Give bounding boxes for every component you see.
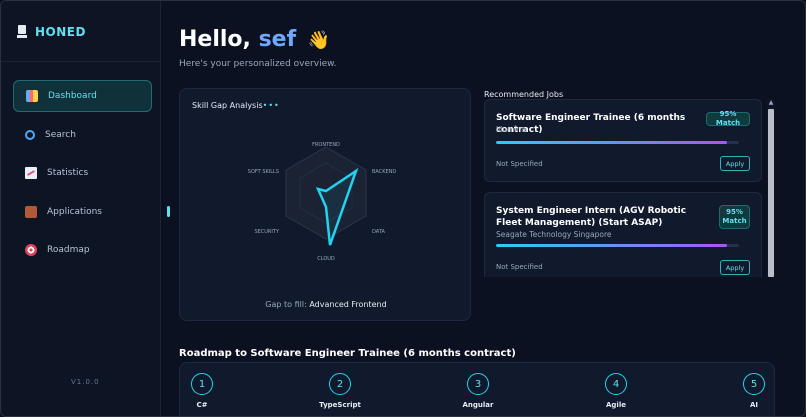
page-subtitle: Here's your personalized overview.	[179, 59, 337, 69]
match-progress-fill	[496, 244, 727, 247]
scroll-up-icon[interactable]: ▲	[768, 99, 774, 107]
skill-gap-card: Skill Gap Analysis••• FRONTEND BACKEND D…	[179, 88, 471, 321]
sidebar-collapse-handle[interactable]	[167, 206, 170, 217]
job-location: Not Specified	[496, 160, 543, 168]
job-company: Seagate Technology Singapore	[496, 230, 612, 239]
gap-value: Advanced Frontend	[309, 300, 387, 309]
sidebar-item-dashboard[interactable]: Dashboard	[13, 80, 152, 112]
step-label: Agile	[606, 401, 626, 409]
roadmap-card: 1 C# 2 TypeScript 3 Angular 4 Agile 5 AI	[179, 362, 775, 416]
skill-gap-summary: Gap to fill: Advanced Frontend	[180, 300, 472, 309]
step-number: 4	[605, 373, 627, 395]
job-company: Illumina	[496, 125, 526, 134]
brand-name: HONED	[35, 25, 86, 39]
loading-dots-icon: •••	[262, 101, 280, 110]
step-number: 3	[467, 373, 489, 395]
sidebar-item-applications[interactable]: Applications	[13, 196, 152, 228]
match-progress-bar	[496, 244, 739, 247]
step-label: Angular	[462, 401, 494, 409]
job-card[interactable]: System Engineer Intern (AGV Robotic Flee…	[484, 192, 762, 277]
recommended-jobs-list[interactable]: Software Engineer Trainee (6 months cont…	[484, 99, 776, 277]
statistics-icon	[25, 167, 37, 179]
search-icon	[25, 129, 35, 140]
match-progress-fill	[496, 141, 727, 144]
user-name: sef	[258, 27, 297, 52]
sidebar-item-search[interactable]: Search	[13, 119, 152, 151]
step-number: 5	[743, 373, 765, 395]
logo-icon	[17, 25, 27, 39]
jobs-scrollbar[interactable]: ▲	[767, 99, 775, 277]
radar-axis-label: CLOUD	[317, 256, 335, 262]
gap-prefix: Gap to fill:	[265, 300, 307, 309]
skill-radar-chart: FRONTEND BACKEND DATA CLOUD SECURITY SOF…	[248, 142, 397, 262]
sidebar-item-statistics[interactable]: Statistics	[13, 157, 152, 189]
sidebar-item-label: Dashboard	[48, 91, 97, 101]
target-icon	[25, 244, 37, 256]
wave-icon: 👋	[307, 30, 331, 51]
match-progress-bar	[496, 141, 739, 144]
skill-gap-title-text: Skill Gap Analysis	[192, 101, 263, 110]
apply-button[interactable]: Apply	[720, 260, 750, 275]
roadmap-title: Roadmap to Software Engineer Trainee (6 …	[179, 348, 516, 359]
roadmap-step[interactable]: 3 Angular	[448, 373, 508, 409]
skill-gap-title: Skill Gap Analysis•••	[192, 101, 280, 110]
job-title: System Engineer Intern (AGV Robotic Flee…	[496, 206, 687, 228]
roadmap-step[interactable]: 5 AI	[724, 373, 784, 409]
dashboard-icon	[26, 90, 38, 102]
brand[interactable]: HONED	[17, 25, 86, 39]
step-number: 1	[191, 373, 213, 395]
roadmap-step[interactable]: 1 C#	[172, 373, 232, 409]
sidebar: HONED Dashboard Search Statistics Applic…	[1, 1, 161, 416]
sidebar-item-roadmap[interactable]: Roadmap	[13, 234, 152, 266]
greeting-text: Hello,	[179, 27, 251, 52]
radar-axis-label: BACKEND	[372, 169, 396, 175]
app-window: HONED Dashboard Search Statistics Applic…	[0, 0, 806, 417]
radar-axis-label: DATA	[372, 229, 385, 235]
radar-axis-label: SECURITY	[254, 229, 279, 235]
step-label: C#	[196, 401, 208, 409]
job-location: Not Specified	[496, 263, 543, 271]
sidebar-item-label: Search	[45, 129, 76, 140]
sidebar-item-label: Statistics	[47, 168, 89, 178]
step-label: TypeScript	[319, 401, 361, 409]
scrollbar-thumb[interactable]	[768, 109, 774, 277]
step-label: AI	[749, 401, 759, 409]
job-card[interactable]: Software Engineer Trainee (6 months cont…	[484, 99, 762, 182]
radar-axis-label: SOFT SKILLS	[248, 169, 279, 175]
sidebar-divider	[1, 61, 161, 62]
sidebar-item-label: Roadmap	[47, 245, 90, 255]
roadmap-step[interactable]: 4 Agile	[586, 373, 646, 409]
match-badge: 95% Match	[706, 110, 750, 127]
sidebar-nav: Dashboard Search Statistics Applications…	[13, 80, 152, 273]
radar-axis-label: FRONTEND	[312, 142, 340, 148]
recommended-jobs-heading: Recommended Jobs	[484, 90, 564, 99]
briefcase-icon	[25, 205, 37, 218]
step-number: 2	[329, 373, 351, 395]
match-badge: 95% Match	[719, 205, 750, 229]
page-title: Hello, sef 👋	[179, 27, 330, 52]
job-title: Software Engineer Trainee (6 months cont…	[496, 113, 686, 135]
apply-button[interactable]: Apply	[720, 156, 750, 171]
app-version: V1.0.0	[71, 378, 100, 386]
sidebar-item-label: Applications	[47, 206, 102, 217]
roadmap-step[interactable]: 2 TypeScript	[310, 373, 370, 409]
